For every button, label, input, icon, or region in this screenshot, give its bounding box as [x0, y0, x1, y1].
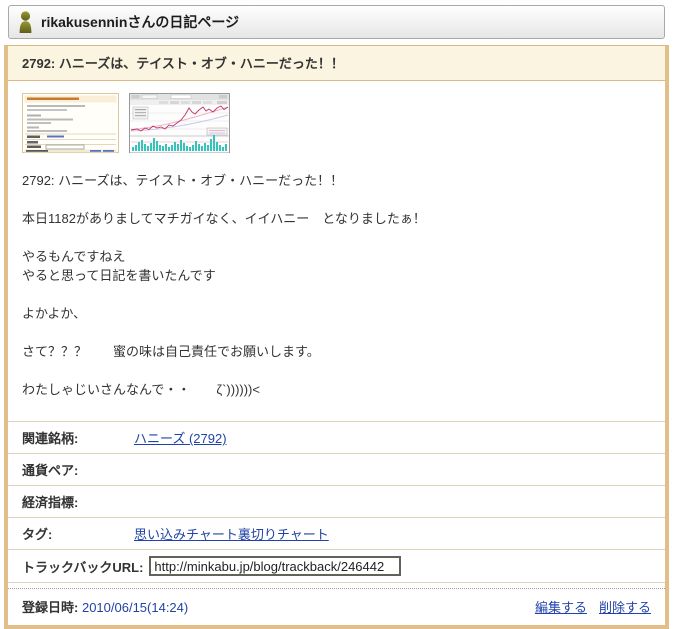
page-title: rikakusenninさんの日記ページ [41, 14, 240, 30]
entry-line: やるもんですねえ [22, 249, 126, 264]
entry-paragraph: よかよか、 [22, 306, 87, 321]
registered-datetime-label: 登録日時: [22, 600, 79, 615]
entry-paragraph: 2792: ハニーズは、テイスト・オブ・ハニーだった！！ [22, 173, 344, 188]
user-person-icon [18, 10, 33, 34]
entry-title-bar: 2792: ハニーズは、テイスト・オブ・ハニーだった！！ [8, 46, 665, 81]
entry-line: やると思って日記を書いたんです [22, 268, 216, 283]
related-stock-link[interactable]: ハニーズ (2792) [134, 428, 227, 447]
currency-pair-label: 通貨ペア: [22, 463, 79, 478]
edit-link[interactable]: 編集する [535, 597, 587, 616]
meta-row-tags: タグ: 思い込みチャート裏切りチャート [8, 517, 665, 549]
stock-chart-preview-thumbnail[interactable] [129, 93, 230, 158]
trackback-url-input[interactable] [149, 556, 402, 576]
economic-indicator-label: 経済指標: [22, 495, 79, 510]
tags-label: タグ: [22, 527, 53, 542]
meta-row-related-stock: 関連銘柄: ハニーズ (2792) [8, 421, 665, 453]
meta-row-trackback: トラックバックURL: [8, 549, 665, 582]
diary-page-preview-thumbnail[interactable] [22, 93, 119, 158]
meta-row-economic-indicator: 経済指標: [8, 485, 665, 517]
entry-paragraph: 本日1182がありましてマチガイなく、イイハニー となりましたぁ！ [22, 211, 426, 226]
entry-footer: 登録日時: 2010/06/15(14:24) 編集する 削除する [8, 589, 665, 625]
tag-link[interactable]: 思い込みチャート裏切りチャート [134, 524, 329, 543]
registered-datetime: 登録日時: 2010/06/15(14:24) [22, 597, 188, 616]
entry-thumbnails [22, 81, 651, 158]
entry-paragraph: やるもんですねえやると思って日記を書いたんです [22, 247, 651, 285]
registered-datetime-value: 2010/06/15(14:24) [81, 600, 189, 615]
page-header-bar: rikakusenninさんの日記ページ [8, 5, 665, 39]
entry-body: 2792: ハニーズは、テイスト・オブ・ハニーだった！！ 本日1182がありまし… [8, 81, 665, 399]
entry-paragraph: わたしゃじいさんなんで・・ ζ`))))))< [22, 382, 260, 397]
related-stock-label: 関連銘柄: [22, 431, 79, 446]
trackback-url-label: トラックバックURL: [22, 559, 144, 575]
meta-row-currency-pair: 通貨ペア: [8, 453, 665, 485]
delete-link[interactable]: 削除する [599, 597, 651, 616]
entry-actions: 編集する 削除する [535, 597, 651, 616]
entry-meta-table: 関連銘柄: ハニーズ (2792) 通貨ペア: 経済指標: タグ: 思い込みチャ… [8, 421, 665, 583]
diary-entry-panel: 2792: ハニーズは、テイスト・オブ・ハニーだった！！ 2792: ハニーズは… [4, 45, 669, 629]
entry-paragraph: さて？？？ 蜜の味は自己責任でお願いします。 [22, 344, 320, 359]
